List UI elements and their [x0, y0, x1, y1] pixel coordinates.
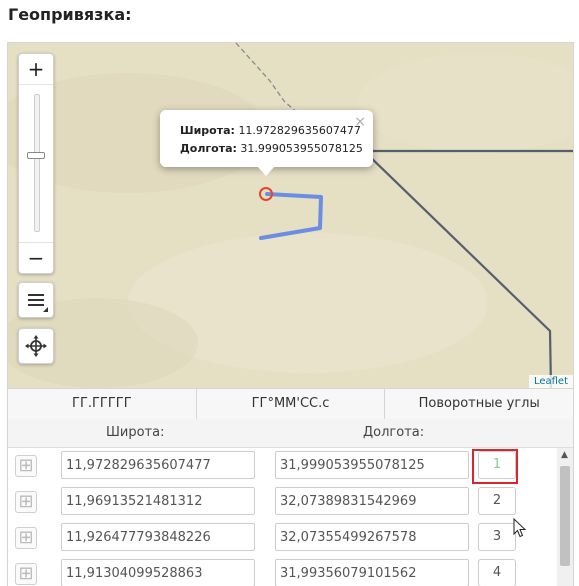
georef-panel: + − × Широта: 11.972829635607477 Долгота…: [7, 42, 574, 586]
longitude-field[interactable]: [275, 487, 469, 515]
popup-lat-value: 11.972829635607477: [238, 124, 361, 137]
list-item: ⊞ 2: [8, 484, 553, 520]
zoom-slider-track[interactable]: [34, 94, 40, 232]
longitude-field[interactable]: [275, 451, 469, 479]
point-number-button[interactable]: 4: [478, 559, 516, 586]
popup-lat-row: Широта: 11.972829635607477: [180, 124, 361, 137]
section-title: Геопривязка:: [8, 5, 132, 24]
drag-handle-icon[interactable]: ⊞: [15, 491, 37, 513]
list-item: ⊞ 1: [8, 448, 553, 484]
drag-handle-icon[interactable]: ⊞: [15, 455, 37, 477]
longitude-field[interactable]: [275, 559, 469, 586]
menu-icon: [28, 294, 48, 312]
column-headers: Широта: Долгота:: [8, 419, 573, 448]
tab-degrees-minutes-seconds[interactable]: ГГ°ММ'СС.с: [196, 389, 386, 419]
map-view[interactable]: + − × Широта: 11.972829635607477 Долгота…: [8, 43, 573, 388]
zoom-slider-knob[interactable]: [27, 152, 45, 159]
popup-lon-value: 31.999053955078125: [240, 142, 363, 155]
tab-turning-angles[interactable]: Поворотные углы: [385, 389, 573, 419]
zoom-in-button[interactable]: +: [19, 54, 53, 85]
list-item: ⊞ 4: [8, 556, 553, 586]
crosshair-icon: [25, 335, 47, 357]
zoom-control: + −: [18, 53, 54, 274]
scrollbar-thumb[interactable]: [560, 466, 570, 566]
layers-button[interactable]: [18, 282, 54, 318]
point-number-button[interactable]: 1: [478, 451, 516, 479]
coordinate-popup: × Широта: 11.972829635607477 Долгота: 31…: [160, 110, 373, 176]
zoom-out-button[interactable]: −: [19, 242, 53, 273]
point-number-button[interactable]: 2: [478, 487, 516, 515]
tab-decimal-degrees[interactable]: ГГ.ГГГГГ: [8, 389, 197, 419]
latitude-header: Широта:: [106, 425, 165, 440]
latitude-field[interactable]: [61, 487, 255, 515]
list-item: ⊞ 3: [8, 520, 553, 556]
popup-lon-row: Долгота: 31.999053955078125: [180, 142, 363, 155]
format-tabs: ГГ.ГГГГГ ГГ°ММ'СС.с Поворотные углы: [8, 388, 573, 420]
popup-tip: [257, 166, 275, 176]
popup-lon-label: Долгота:: [180, 142, 237, 155]
latitude-field[interactable]: [61, 559, 255, 586]
scroll-up-icon[interactable]: ▲: [561, 450, 568, 460]
leaflet-attribution-link[interactable]: Leaflet: [528, 375, 573, 388]
map-canvas[interactable]: [8, 43, 573, 388]
drag-handle-icon[interactable]: ⊞: [15, 563, 37, 585]
points-list: ⊞ 1 ⊞ 2 ⊞ 3 ⊞ 4: [8, 448, 573, 586]
latitude-field[interactable]: [61, 523, 255, 551]
drag-handle-icon[interactable]: ⊞: [15, 527, 37, 549]
list-scrollbar[interactable]: ▲: [557, 448, 573, 586]
latitude-field[interactable]: [61, 451, 255, 479]
point-number-button[interactable]: 3: [478, 523, 516, 551]
locate-button[interactable]: [18, 328, 54, 364]
mouse-cursor-icon: [513, 518, 527, 538]
longitude-field[interactable]: [275, 523, 469, 551]
longitude-header: Долгота:: [363, 425, 425, 440]
popup-lat-label: Широта:: [180, 124, 235, 137]
